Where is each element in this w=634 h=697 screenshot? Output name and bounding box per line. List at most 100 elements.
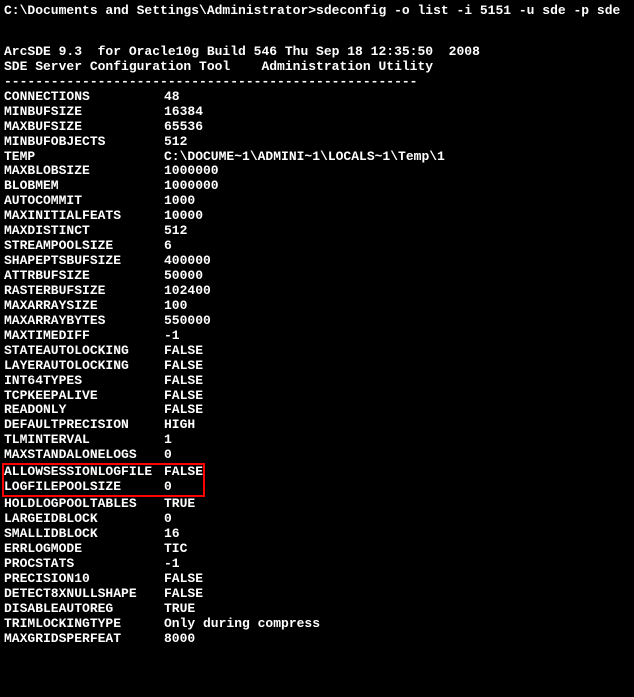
config-row: MAXARRAYSIZE100 [4, 299, 630, 314]
config-param-value: 1000000 [164, 179, 219, 194]
config-param-name: INT64TYPES [4, 374, 164, 389]
config-param-name: CONNECTIONS [4, 90, 164, 105]
config-param-name: ATTRBUFSIZE [4, 269, 164, 284]
config-row: BLOBMEM1000000 [4, 179, 630, 194]
config-param-name: PRECISION10 [4, 572, 164, 587]
config-row: DETECT8XNULLSHAPEFALSE [4, 587, 630, 602]
config-param-value: FALSE [164, 374, 203, 389]
config-param-value: -1 [164, 329, 180, 344]
config-param-name: MINBUFSIZE [4, 105, 164, 120]
config-row: STATEAUTOLOCKINGFALSE [4, 344, 630, 359]
config-param-value: 1 [164, 433, 172, 448]
config-param-name: MAXTIMEDIFF [4, 329, 164, 344]
config-param-value: 0 [164, 448, 172, 463]
config-param-value: 400000 [164, 254, 211, 269]
config-row: MAXARRAYBYTES550000 [4, 314, 630, 329]
config-param-name: ERRLOGMODE [4, 542, 164, 557]
config-param-name: DISABLEAUTOREG [4, 602, 164, 617]
config-param-name: BLOBMEM [4, 179, 164, 194]
config-row: MAXBLOBSIZE1000000 [4, 164, 630, 179]
config-row: LAYERAUTOLOCKINGFALSE [4, 359, 630, 374]
config-param-value: 10000 [164, 209, 203, 224]
config-param-name: LAYERAUTOLOCKING [4, 359, 164, 374]
config-row: ATTRBUFSIZE50000 [4, 269, 630, 284]
config-row: SHAPEPTSBUFSIZE400000 [4, 254, 630, 269]
config-param-value: FALSE [164, 572, 203, 587]
config-param-name: DETECT8XNULLSHAPE [4, 587, 164, 602]
config-param-value: FALSE [164, 344, 203, 359]
config-row: TRIMLOCKINGTYPEOnly during compress [4, 617, 630, 632]
config-row: PROCSTATS-1 [4, 557, 630, 572]
config-param-value: C:\DOCUME~1\ADMINI~1\LOCALS~1\Temp\1 [164, 150, 445, 165]
config-param-name: MAXARRAYSIZE [4, 299, 164, 314]
config-param-value: 512 [164, 224, 187, 239]
config-param-value: FALSE [164, 465, 203, 480]
config-param-value: 512 [164, 135, 187, 150]
config-param-name: DEFAULTPRECISION [4, 418, 164, 433]
config-row: PRECISION10FALSE [4, 572, 630, 587]
config-param-value: 0 [164, 480, 172, 495]
config-param-value: 16 [164, 527, 180, 542]
config-row: MINBUFSIZE16384 [4, 105, 630, 120]
config-param-name: MAXBLOBSIZE [4, 164, 164, 179]
config-row: MAXTIMEDIFF-1 [4, 329, 630, 344]
config-param-name: STREAMPOOLSIZE [4, 239, 164, 254]
config-param-value: 16384 [164, 105, 203, 120]
config-param-name: LOGFILEPOOLSIZE [4, 480, 164, 495]
config-row: RASTERBUFSIZE102400 [4, 284, 630, 299]
config-row: MAXGRIDSPERFEAT8000 [4, 632, 630, 647]
config-row: LARGEIDBLOCK0 [4, 512, 630, 527]
command-prompt-line: C:\Documents and Settings\Administrator>… [4, 4, 630, 19]
config-param-value: TIC [164, 542, 187, 557]
config-row: SMALLIDBLOCK16 [4, 527, 630, 542]
config-param-value: 50000 [164, 269, 203, 284]
config-row: DISABLEAUTOREGTRUE [4, 602, 630, 617]
config-param-name: MINBUFOBJECTS [4, 135, 164, 150]
config-param-value: 8000 [164, 632, 195, 647]
config-param-name: SMALLIDBLOCK [4, 527, 164, 542]
config-param-name: MAXBUFSIZE [4, 120, 164, 135]
config-param-value: 65536 [164, 120, 203, 135]
config-param-name: MAXDISTINCT [4, 224, 164, 239]
header-version: ArcSDE 9.3 for Oracle10g Build 546 Thu S… [4, 45, 630, 60]
header-tool: SDE Server Configuration Tool Administra… [4, 60, 630, 75]
config-param-value: FALSE [164, 587, 203, 602]
config-param-name: STATEAUTOLOCKING [4, 344, 164, 359]
config-param-value: 6 [164, 239, 172, 254]
config-row: TEMPC:\DOCUME~1\ADMINI~1\LOCALS~1\Temp\1 [4, 150, 630, 165]
config-param-value: 102400 [164, 284, 211, 299]
config-row: STREAMPOOLSIZE6 [4, 239, 630, 254]
config-param-value: -1 [164, 557, 180, 572]
config-param-value: 100 [164, 299, 187, 314]
config-param-name: TLMINTERVAL [4, 433, 164, 448]
config-param-name: READONLY [4, 403, 164, 418]
config-row: DEFAULTPRECISIONHIGH [4, 418, 630, 433]
config-param-name: MAXINITIALFEATS [4, 209, 164, 224]
config-row: ERRLOGMODETIC [4, 542, 630, 557]
config-row: AUTOCOMMIT1000 [4, 194, 630, 209]
config-param-name: MAXARRAYBYTES [4, 314, 164, 329]
config-row: INT64TYPESFALSE [4, 374, 630, 389]
config-param-name: TCPKEEPALIVE [4, 389, 164, 404]
config-row: MAXSTANDALONELOGS0 [4, 448, 630, 463]
config-param-name: PROCSTATS [4, 557, 164, 572]
config-row: MAXDISTINCT512 [4, 224, 630, 239]
config-row: MAXBUFSIZE65536 [4, 120, 630, 135]
config-param-name: TRIMLOCKINGTYPE [4, 617, 164, 632]
config-row: HOLDLOGPOOLTABLESTRUE [4, 497, 630, 512]
config-row: MAXINITIALFEATS10000 [4, 209, 630, 224]
config-param-name: HOLDLOGPOOLTABLES [4, 497, 164, 512]
config-param-value: HIGH [164, 418, 195, 433]
config-param-name: LARGEIDBLOCK [4, 512, 164, 527]
config-row: READONLYFALSE [4, 403, 630, 418]
config-param-value: TRUE [164, 602, 195, 617]
config-row: MINBUFOBJECTS512 [4, 135, 630, 150]
config-param-value: 0 [164, 512, 172, 527]
config-param-name: RASTERBUFSIZE [4, 284, 164, 299]
config-param-name: ALLOWSESSIONLOGFILE [4, 465, 164, 480]
config-row: CONNECTIONS48 [4, 90, 630, 105]
config-param-value: FALSE [164, 403, 203, 418]
config-param-value: 48 [164, 90, 180, 105]
config-param-name: MAXGRIDSPERFEAT [4, 632, 164, 647]
config-param-value: Only during compress [164, 617, 320, 632]
